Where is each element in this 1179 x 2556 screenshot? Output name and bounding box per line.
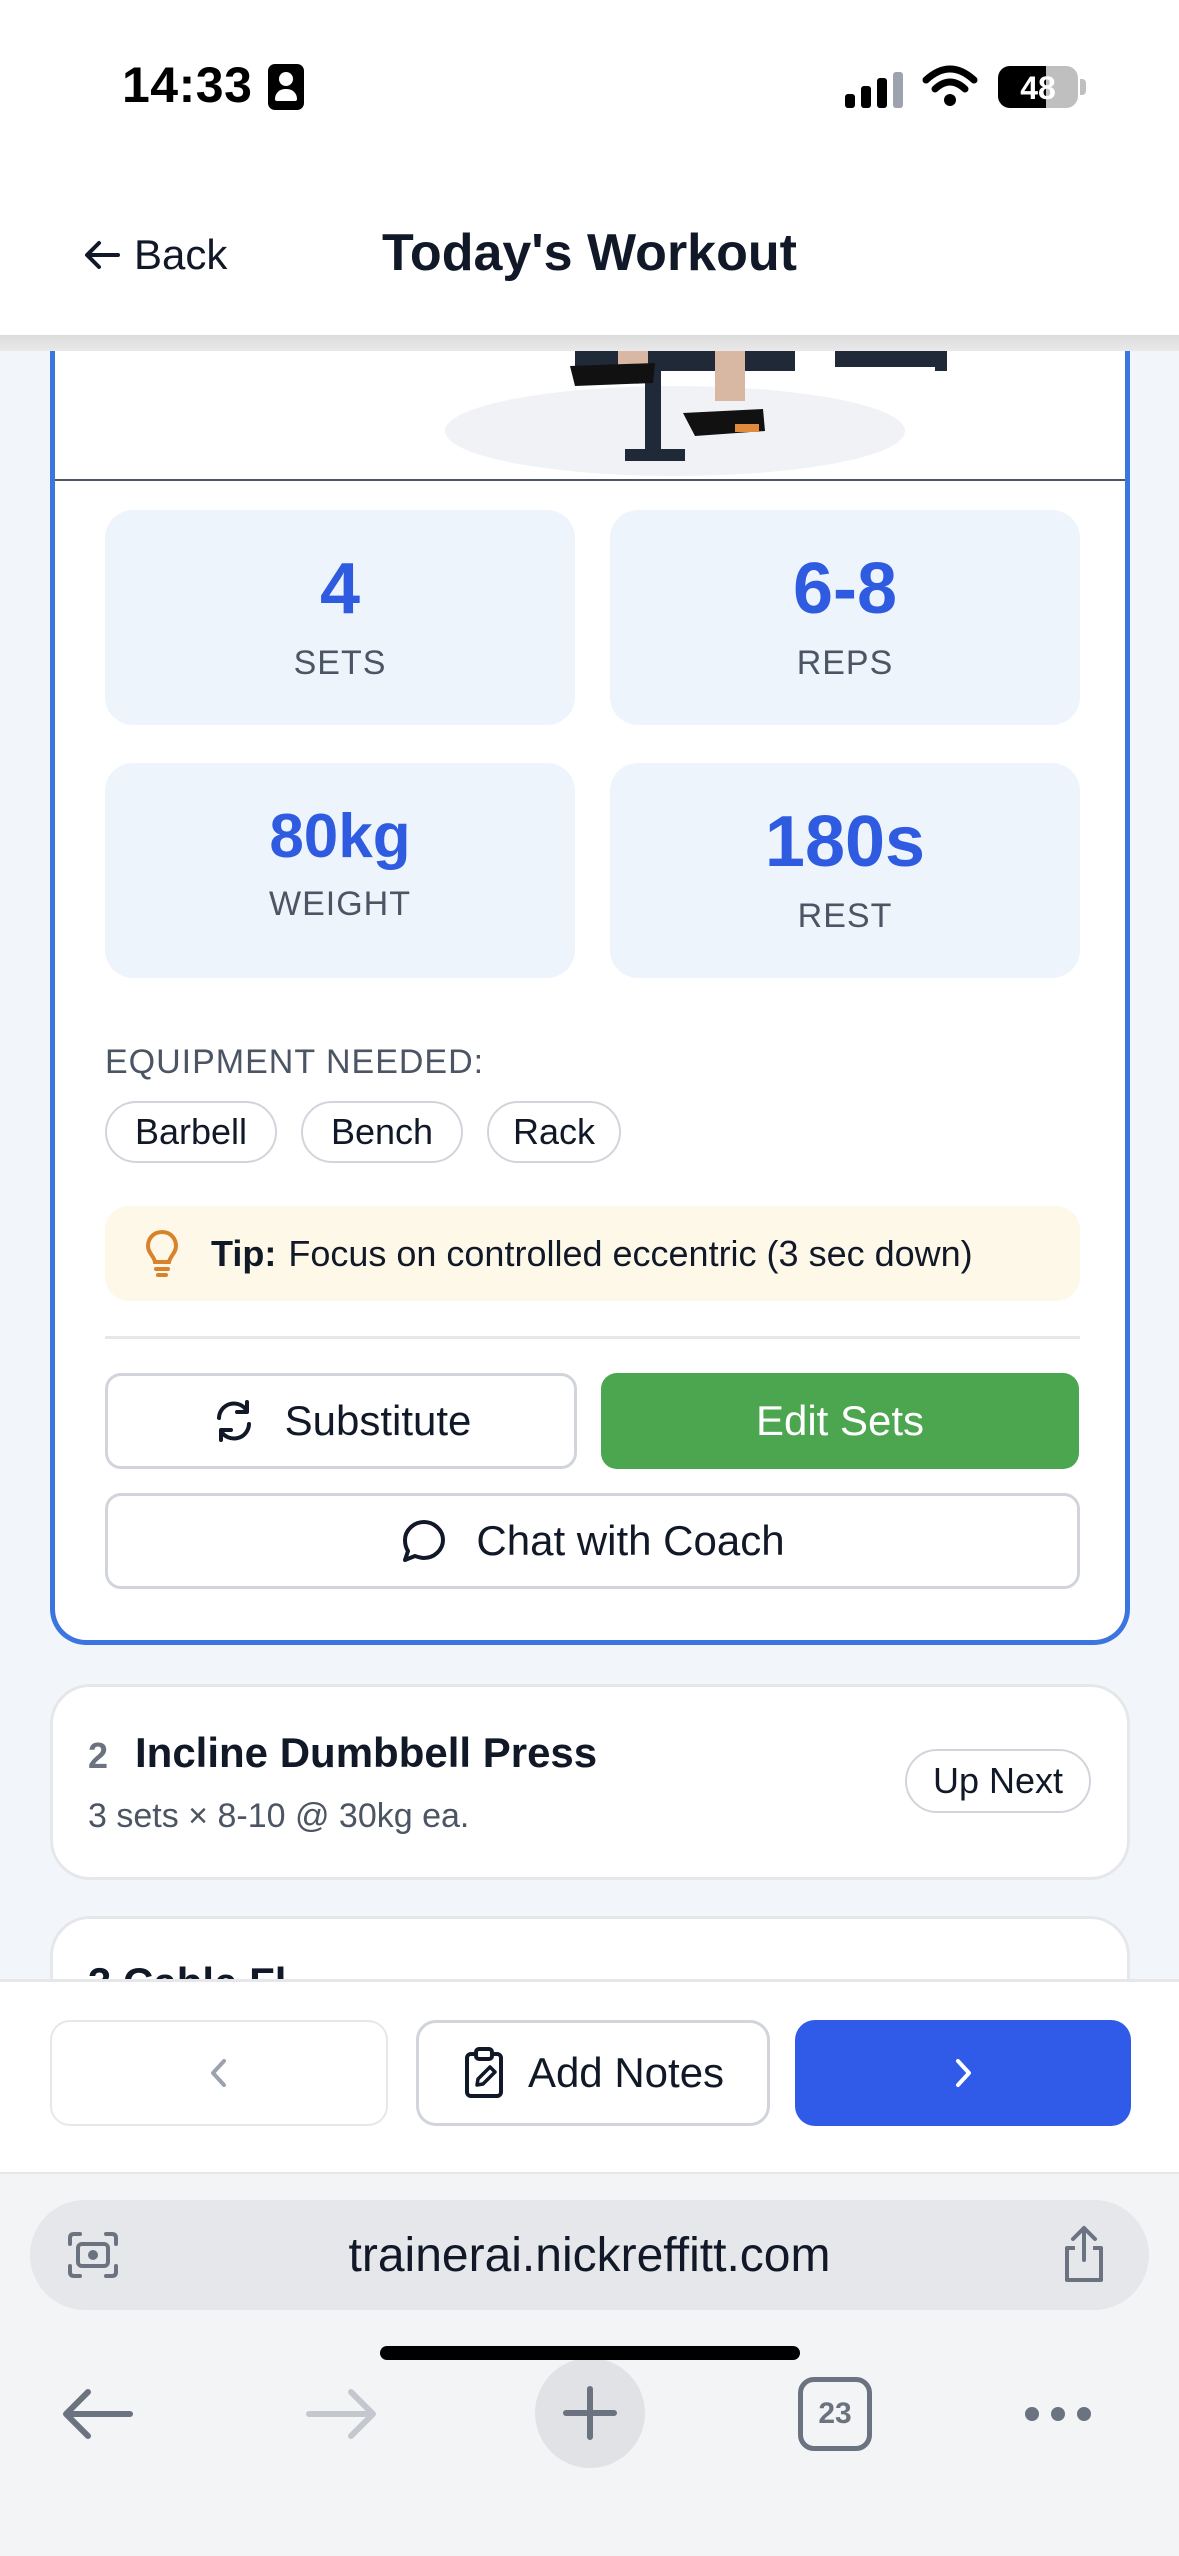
- header-divider: [0, 335, 1179, 351]
- page-title: Today's Workout: [382, 224, 797, 282]
- lightbulb-icon: [145, 1229, 179, 1277]
- tip-text: Focus on controlled eccentric (3 sec dow…: [288, 1232, 973, 1274]
- substitute-button[interactable]: Substitute: [105, 1373, 577, 1469]
- next-exercise-card[interactable]: 2 Incline Dumbbell Press 3 sets × 8-10 @…: [50, 1684, 1130, 1880]
- address-bar[interactable]: trainerai.nickreffitt.com: [30, 2200, 1149, 2310]
- cellular-signal-icon: [845, 72, 905, 108]
- battery-cap: [1080, 79, 1086, 95]
- browser-back-icon[interactable]: [58, 2384, 134, 2444]
- rest-label: REST: [797, 897, 893, 935]
- edit-sets-button[interactable]: Edit Sets: [601, 1373, 1079, 1469]
- sets-value: 4: [319, 549, 361, 629]
- chevron-left-icon: [211, 2059, 226, 2087]
- next-exercise-button[interactable]: [795, 2020, 1131, 2126]
- rest-stat: 180s REST: [610, 763, 1080, 978]
- battery-level: 48: [1020, 70, 1056, 106]
- previous-exercise-button[interactable]: [50, 2020, 388, 2126]
- reps-stat: 6-8 REPS: [610, 510, 1080, 725]
- new-tab-button[interactable]: [535, 2358, 645, 2468]
- wifi-icon: [922, 65, 978, 106]
- up-next-badge: Up Next: [904, 1749, 1091, 1813]
- add-notes-button[interactable]: Add Notes: [416, 2020, 770, 2126]
- battery-icon: 48: [998, 66, 1078, 108]
- share-icon[interactable]: [1059, 2224, 1109, 2284]
- contact-card-icon: [268, 64, 304, 110]
- status-bar: 14:33 48: [0, 0, 1179, 175]
- rest-value: 180s: [764, 802, 926, 882]
- exercise-title-partial: 3 Cable Fl...: [88, 1959, 321, 1979]
- equipment-label: EQUIPMENT NEEDED:: [105, 1043, 485, 1081]
- status-time: 14:33: [122, 57, 253, 113]
- equipment-chip-barbell: Barbell: [105, 1101, 277, 1163]
- tabs-button[interactable]: 23: [798, 2377, 872, 2451]
- tip-label: Tip:: [211, 1232, 277, 1274]
- exercise-detail: 3 sets × 8-10 @ 30kg ea.: [88, 1797, 470, 1835]
- exercise-image: [55, 351, 1125, 481]
- exercise-number: 2: [88, 1735, 109, 1776]
- browser-forward-icon[interactable]: [305, 2384, 381, 2444]
- section-divider: [105, 1336, 1080, 1339]
- exercise-name: Incline Dumbbell Press: [135, 1729, 598, 1776]
- weight-stat: 80kg WEIGHT: [105, 763, 575, 978]
- athlete-illustration: [445, 351, 947, 476]
- equipment-chip-rack: Rack: [487, 1101, 621, 1163]
- reps-label: REPS: [796, 644, 894, 682]
- weight-label: WEIGHT: [269, 885, 411, 923]
- weight-value: 80kg: [269, 802, 411, 871]
- workout-action-bar: Add Notes: [0, 1979, 1179, 2172]
- url-text: trainerai.nickreffitt.com: [348, 2229, 831, 2282]
- refresh-icon: [216, 1400, 251, 1442]
- reps-value: 6-8: [792, 549, 898, 629]
- more-options-icon[interactable]: [1025, 2399, 1099, 2429]
- home-indicator: [380, 2346, 800, 2360]
- workout-content[interactable]: 4 SETS 6-8 REPS 80kg WEIGHT 180s REST EQ…: [0, 351, 1179, 1979]
- add-notes-label: Add Notes: [527, 2049, 725, 2096]
- browser-toolbar: trainerai.nickreffitt.com 23: [0, 2172, 1179, 2556]
- app-header: Back Today's Workout: [0, 175, 1179, 335]
- chevron-right-icon: [956, 2059, 971, 2087]
- plus-icon: [563, 2386, 617, 2440]
- exercise-card-3[interactable]: 3 Cable Fl...: [50, 1916, 1130, 1979]
- sets-stat: 4 SETS: [105, 510, 575, 725]
- substitute-label: Substitute: [284, 1397, 472, 1444]
- clipboard-edit-icon: [464, 2047, 503, 2098]
- tip-box: Tip: Focus on controlled eccentric (3 se…: [105, 1206, 1080, 1301]
- equipment-chip-bench: Bench: [301, 1101, 463, 1163]
- current-exercise-card: 4 SETS 6-8 REPS 80kg WEIGHT 180s REST EQ…: [50, 351, 1130, 1645]
- sets-label: SETS: [293, 644, 387, 682]
- chat-with-coach-button[interactable]: Chat with Coach: [105, 1493, 1080, 1589]
- chat-with-coach-label: Chat with Coach: [476, 1517, 785, 1564]
- chat-bubble-icon: [403, 1520, 446, 1562]
